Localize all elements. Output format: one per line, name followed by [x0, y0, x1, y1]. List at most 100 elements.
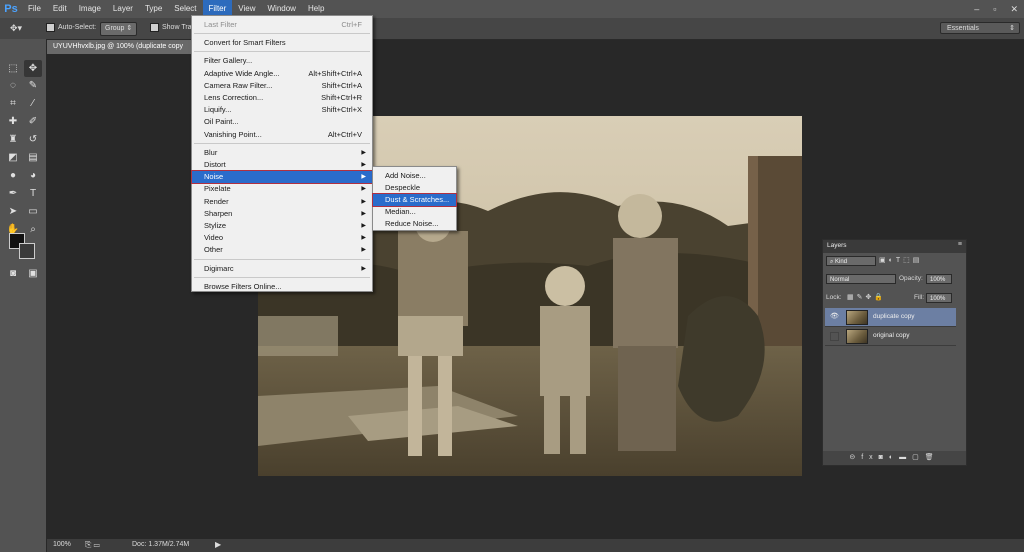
submenu-arrow-icon: ▶ — [361, 210, 366, 217]
dodge-tool-icon[interactable]: ◕ — [24, 167, 42, 184]
menu-item-video[interactable]: Video ▶ — [192, 232, 372, 244]
auto-select-dropdown[interactable]: Group ⇕ — [100, 22, 138, 36]
layer-row-original-copy[interactable]: original copy — [825, 327, 956, 346]
screen-mode-icon[interactable]: ▣ — [24, 265, 42, 282]
menu-item-shortcut: Ctrl+F — [341, 20, 362, 29]
doc-size-info[interactable]: Doc: 1.37M/2.74M — [132, 541, 189, 548]
menu-item-vanishing-point[interactable]: Vanishing Point... Alt+Ctrl+V — [192, 129, 372, 141]
menu-item-adaptive-wide-angle[interactable]: Adaptive Wide Angle... Alt+Shift+Ctrl+A — [192, 68, 372, 80]
menu-separator — [194, 51, 370, 53]
menu-item-shortcut: Alt+Ctrl+V — [327, 129, 362, 139]
clone-stamp-tool-icon[interactable]: ♜ — [4, 131, 22, 148]
menu-type[interactable]: Type — [139, 0, 168, 18]
opacity-field[interactable]: 100% — [926, 274, 952, 284]
menu-item-sharpen[interactable]: Sharpen ▶ — [192, 208, 372, 220]
visibility-toggle[interactable] — [830, 332, 839, 341]
auto-select-value: Group — [105, 25, 125, 32]
menu-item-last-filter[interactable]: Last Filter Ctrl+F — [192, 19, 372, 31]
quick-select-tool-icon[interactable]: ✎ — [24, 77, 42, 94]
status-icons: ⎘ ▭ — [85, 540, 100, 549]
layers-panel-footer-icons[interactable]: ⊝fx◙◐▬▢🗑 — [823, 451, 966, 465]
fill-field[interactable]: 100% — [926, 293, 952, 303]
eye-icon[interactable]: 👁 — [830, 312, 839, 320]
menu-item-median[interactable]: Median... — [373, 206, 456, 218]
options-bar: ✥▾ Auto-Select: Group ⇕ Show Tran — [0, 18, 1024, 40]
panel-menu-icon[interactable]: ≡ — [958, 241, 962, 248]
window-controls: – ▫ ✕ — [974, 0, 1018, 18]
menu-separator — [194, 142, 370, 144]
shape-tool-icon[interactable]: ▭ — [24, 203, 42, 220]
move-tool-icon[interactable]: ✥ — [24, 60, 42, 77]
opacity-value: 100% — [930, 277, 946, 283]
menu-edit[interactable]: Edit — [47, 0, 73, 18]
lock-icons[interactable]: ▦✎✥🔒 — [847, 293, 886, 301]
zoom-tool-icon[interactable]: ⌕ — [24, 221, 42, 238]
menu-item-label: Render — [204, 196, 229, 206]
type-tool-icon[interactable]: T — [24, 185, 42, 202]
close-button[interactable]: ✕ — [1010, 4, 1018, 15]
menu-item-camera-raw-filter[interactable]: Camera Raw Filter... Shift+Ctrl+A — [192, 80, 372, 92]
menu-item-shortcut: Shift+Ctrl+R — [321, 93, 362, 102]
history-brush-tool-icon[interactable]: ↺ — [24, 131, 42, 148]
menu-separator — [194, 276, 370, 278]
layers-tab[interactable]: Layers — [827, 242, 847, 249]
submenu-arrow-icon: ▶ — [361, 186, 366, 193]
layer-row-duplicate-copy[interactable]: 👁 duplicate copy — [825, 308, 956, 327]
menu-item-label: Distort — [204, 160, 226, 169]
status-arrow-icon[interactable]: ▶ — [215, 540, 221, 549]
quick-mask-icon[interactable]: ◙ — [4, 265, 22, 282]
move-tool-preset-icon[interactable]: ✥▾ — [10, 22, 22, 34]
pen-tool-icon[interactable]: ✒ — [4, 185, 22, 202]
layer-filter-icons[interactable]: ▣◐T⬚▤ — [879, 256, 922, 264]
gradient-tool-icon[interactable]: ▤ — [24, 149, 42, 166]
menu-item-distort[interactable]: Distort ▶ — [192, 159, 372, 171]
show-transform-option[interactable]: Show Tran — [150, 22, 195, 34]
auto-select-option[interactable]: Auto-Select: — [46, 22, 96, 34]
menu-item-oil-paint[interactable]: Oil Paint... — [192, 116, 372, 128]
menu-image[interactable]: Image — [73, 0, 107, 18]
menu-item-label: Blur — [204, 147, 218, 157]
layer-filter-kind-dropdown[interactable]: ⌕ Kind — [826, 256, 876, 266]
menu-item-add-noise[interactable]: Add Noise... — [373, 170, 456, 182]
menu-item-render[interactable]: Render ▶ — [192, 196, 372, 208]
zoom-level[interactable]: 100% — [53, 541, 71, 548]
menu-separator — [194, 33, 370, 35]
marquee-tool-icon[interactable]: ⬚ — [4, 60, 22, 77]
menu-file[interactable]: File — [22, 0, 47, 18]
eraser-tool-icon[interactable]: ◩ — [4, 149, 22, 166]
menu-item-digimarc[interactable]: Digimarc ▶ — [192, 263, 372, 275]
menu-item-other[interactable]: Other ▶ — [192, 244, 372, 256]
menu-item-blur[interactable]: Blur ▶ — [192, 147, 372, 159]
minimize-button[interactable]: – — [974, 4, 979, 14]
background-color-swatch[interactable] — [19, 243, 35, 259]
eyedropper-tool-icon[interactable]: ⁄ — [24, 95, 42, 112]
menu-item-filter-gallery[interactable]: Filter Gallery... — [192, 55, 372, 67]
document-tab[interactable]: UYUVHhvxlb.jpg @ 100% (duplicate copy — [47, 40, 198, 54]
menu-item-lens-correction[interactable]: Lens Correction... Shift+Ctrl+R — [192, 92, 372, 104]
noise-submenu: Add Noise... Despeckle Dust & Scratches...… — [372, 166, 457, 231]
menu-item-noise[interactable]: Noise ▶ — [191, 170, 373, 185]
menu-item-browse-filters-online[interactable]: Browse Filters Online... — [192, 281, 372, 293]
filter-menu: Last Filter Ctrl+F Convert for Smart Filte… — [191, 15, 373, 292]
menu-item-pixelate[interactable]: Pixelate ▶ — [192, 183, 372, 195]
menu-bar: Ps File Edit Image Layer Type Select Filter Vie… — [0, 0, 1024, 18]
menu-layer[interactable]: Layer — [107, 0, 139, 18]
show-transform-checkbox[interactable] — [150, 22, 159, 32]
menu-item-label: Last Filter — [204, 20, 237, 29]
restore-button[interactable]: ▫ — [993, 4, 996, 14]
auto-select-checkbox[interactable] — [46, 22, 55, 32]
workspace-dropdown[interactable]: Essentials ⇕ — [940, 22, 1020, 34]
menu-item-stylize[interactable]: Stylize ▶ — [192, 220, 372, 232]
menu-item-convert-for-smart-filters[interactable]: Convert for Smart Filters — [192, 37, 372, 49]
crop-tool-icon[interactable]: ⌗ — [4, 95, 22, 112]
blur-tool-icon[interactable]: ● — [4, 167, 22, 184]
lasso-tool-icon[interactable]: ◌ — [4, 77, 22, 94]
menu-item-dust-scratches[interactable]: Dust & Scratches... — [372, 193, 457, 207]
path-selection-tool-icon[interactable]: ➤ — [4, 203, 22, 220]
menu-item-despeckle[interactable]: Despeckle — [373, 182, 456, 194]
healing-brush-tool-icon[interactable]: ✚ — [4, 113, 22, 130]
brush-tool-icon[interactable]: ✐ — [24, 113, 42, 130]
menu-item-liquify[interactable]: Liquify... Shift+Ctrl+X — [192, 104, 372, 116]
blend-mode-dropdown[interactable]: Normal — [826, 274, 896, 284]
menu-item-reduce-noise[interactable]: Reduce Noise... — [373, 218, 456, 230]
